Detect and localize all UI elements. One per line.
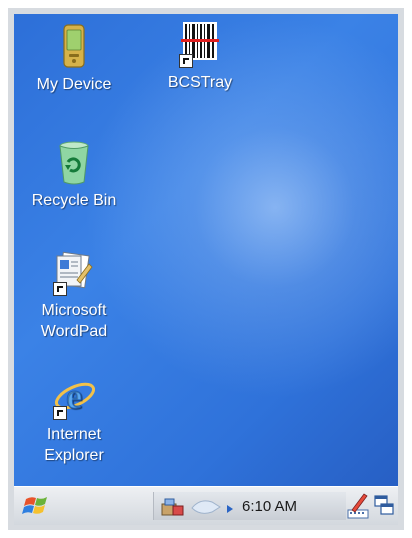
desktop-icon-label: My Device xyxy=(36,76,112,93)
svg-text:e: e xyxy=(66,376,82,416)
internet-explorer-icon: e xyxy=(53,374,96,420)
shortcut-arrow-icon xyxy=(179,54,193,68)
input-panel-pen-icon xyxy=(346,493,370,524)
recycle-bin-icon xyxy=(53,140,95,186)
desktop-icon-label: BCSTray xyxy=(167,74,233,91)
desktop-icon-bcstray[interactable]: BCSTray xyxy=(140,22,260,93)
desktop-icon-my-device[interactable]: My Device xyxy=(14,24,134,95)
tray-expand-arrow-icon[interactable] xyxy=(226,501,234,519)
show-desktop-button[interactable] xyxy=(373,494,395,518)
taskbar: 6:10 AM xyxy=(14,486,398,525)
desktop-icon-wordpad[interactable]: Microsoft WordPad xyxy=(14,250,134,342)
pda-device-icon xyxy=(53,24,95,70)
notification-tray: 6:10 AM xyxy=(153,492,346,520)
shortcut-arrow-icon xyxy=(53,282,67,296)
input-panel-button[interactable] xyxy=(346,492,370,520)
wordpad-icon xyxy=(53,250,95,296)
network-connection-icon[interactable] xyxy=(160,496,186,523)
shortcut-arrow-icon xyxy=(53,406,67,420)
desktop-icon-internet-explorer[interactable]: e Internet Explorer xyxy=(14,374,134,466)
desktop-icon-label: WordPad xyxy=(40,323,108,340)
desktop: My Device BCSTray Recycle Bin Microsoft … xyxy=(14,14,398,486)
start-button[interactable] xyxy=(18,491,56,521)
desktop-icon-recycle-bin[interactable]: Recycle Bin xyxy=(14,140,134,211)
desktop-icon-label: Recycle Bin xyxy=(31,192,117,209)
desktop-icon-label: Internet xyxy=(46,426,102,443)
device-screen-frame: My Device BCSTray Recycle Bin Microsoft … xyxy=(8,8,404,530)
desktop-icon-label: Microsoft xyxy=(41,302,107,319)
show-desktop-icon xyxy=(373,495,395,522)
barcode-scanner-icon xyxy=(179,22,221,68)
windows-start-icon xyxy=(18,497,56,525)
desktop-icon-label: Explorer xyxy=(44,447,104,464)
wireless-signal-icon[interactable] xyxy=(190,496,222,523)
system-clock[interactable]: 6:10 AM xyxy=(242,498,297,515)
